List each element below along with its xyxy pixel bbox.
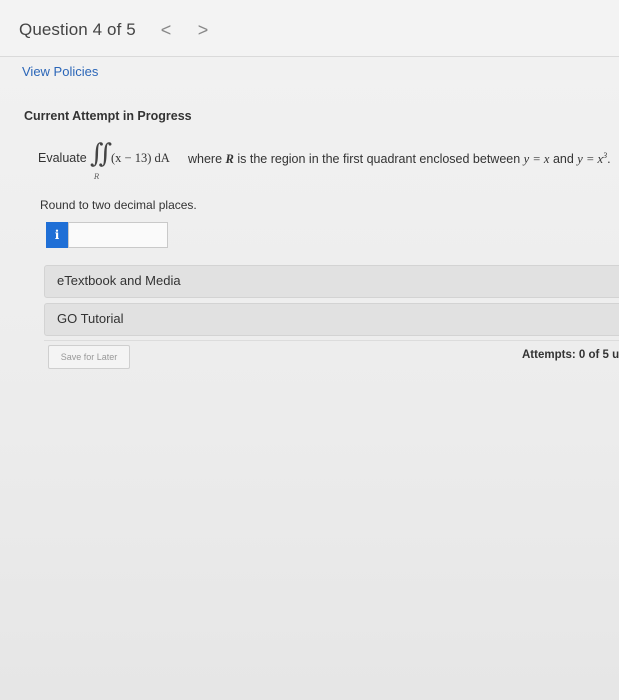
answer-input[interactable] [68,222,168,248]
region-variable: R [225,152,234,167]
info-icon[interactable]: i [46,222,68,248]
question-description: where R is the region in the first quadr… [188,151,611,167]
etextbook-media-button[interactable]: eTextbook and Media [44,265,619,298]
go-tutorial-button[interactable]: GO Tutorial [44,303,619,336]
save-for-later-button[interactable]: Save for Later [48,345,130,369]
question-counter: Question 4 of 5 [19,20,136,39]
evaluate-label: Evaluate [38,151,87,165]
and-word: and [552,152,574,167]
go-tutorial-label: GO Tutorial [57,311,124,326]
chevron-right-icon: > [197,20,209,40]
previous-question-button[interactable]: < [156,18,176,42]
where-word: where [188,152,223,167]
curve-equation-2: y = x3 [577,151,607,167]
etextbook-media-label: eTextbook and Media [57,273,181,288]
double-integral-symbol: ∬ [90,139,112,169]
view-policies-link[interactable]: View Policies [22,64,98,79]
attempts-counter: Attempts: 0 of 5 us [522,349,619,361]
region-description: is the region in the first quadrant encl… [237,152,521,167]
chevron-left-icon: < [160,20,172,40]
footer-bar: Save for Later Attempts: 0 of 5 us [44,340,619,371]
next-question-button[interactable]: > [193,18,213,42]
integral-region-subscript: R [94,173,100,181]
period: . [607,152,611,167]
attempt-heading: Current Attempt in Progress [24,109,192,123]
integrand: (x − 13) dA [111,151,170,165]
curve-equation-1: y = x [523,152,550,167]
rounding-instruction: Round to two decimal places. [40,198,197,212]
question-text: Evaluate ∬ R (x − 13) dA where R is the … [38,139,619,183]
page: Question 4 of 5 < > View Policies Curren… [0,0,619,700]
curve-equation-2-base: y = x [577,152,604,167]
question-header: Question 4 of 5 < > [0,0,619,57]
